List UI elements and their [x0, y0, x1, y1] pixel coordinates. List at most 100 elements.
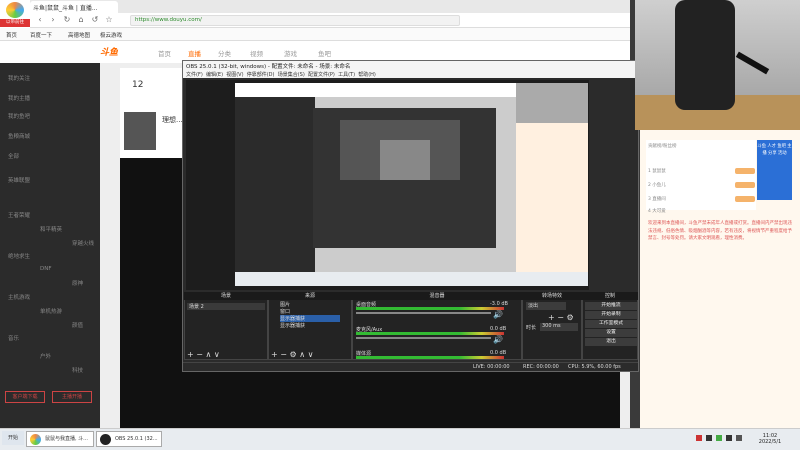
transition-select[interactable]: 淡出	[526, 302, 566, 310]
sidebar-item[interactable]: 原神	[72, 279, 83, 287]
bookmark-3[interactable]: 极云游戏	[100, 31, 122, 39]
tray-icon[interactable]	[706, 435, 712, 441]
menu-edit[interactable]: 编辑(E)	[206, 72, 223, 78]
rank-badge	[735, 182, 755, 188]
sidebar-item[interactable]: 我的鱼吧	[8, 112, 30, 120]
sidebar-item[interactable]: 单机热游	[40, 307, 62, 315]
sources-header: 来源	[268, 292, 352, 300]
sidebar-item[interactable]: 户外	[40, 352, 51, 360]
nav-category[interactable]: 分类	[218, 48, 231, 58]
mixer-1-speaker-icon[interactable]: 🔊	[493, 335, 503, 344]
mixer-1-meter	[356, 332, 504, 335]
sidebar-item[interactable]: 穿越火线	[72, 239, 94, 247]
source-item-0[interactable]: 图片	[280, 301, 290, 308]
mixer-0-meter	[356, 307, 504, 310]
volume-icon[interactable]	[736, 435, 742, 441]
live-status: LIVE: 00:00:00	[473, 364, 510, 370]
back-icon[interactable]: ‹	[35, 15, 45, 25]
browser-logo[interactable]: 以带前往	[0, 0, 30, 28]
tray-icon[interactable]	[716, 435, 722, 441]
menu-file[interactable]: 文件(F)	[186, 72, 203, 78]
preview-capture-sidebar	[235, 97, 315, 277]
room-title[interactable]: 理想...	[162, 115, 183, 125]
source-item-1[interactable]: 窗口	[280, 308, 290, 315]
mixer-0-slider[interactable]	[356, 312, 491, 314]
menu-view[interactable]: 视图(V)	[226, 72, 243, 78]
rank-line-1[interactable]: 2 小鱼儿	[648, 182, 666, 188]
sidebar-item[interactable]: 我的关注	[8, 74, 30, 82]
home-icon[interactable]: ⌂	[76, 15, 86, 25]
nav-video[interactable]: 视频	[250, 48, 263, 58]
star-icon[interactable]: ☆	[104, 15, 114, 25]
address-bar[interactable]: https://www.douyu.com/	[130, 15, 460, 26]
start-stream-button[interactable]: 主播开播	[52, 391, 92, 403]
side-banner[interactable]: 斗鱼 人才 鱼吧 主播 分享 活动	[757, 140, 792, 200]
undo-icon[interactable]: ↺	[90, 15, 100, 25]
source-controls[interactable]: + − ⚙ ∧ ∨	[271, 350, 313, 359]
site-logo[interactable]: 斗鱼	[100, 45, 118, 58]
exit-button[interactable]: 退出	[585, 338, 637, 346]
nav-home[interactable]: 首页	[158, 48, 171, 58]
rank-line-3[interactable]: 4 大可爱	[648, 208, 666, 214]
start-button[interactable]: 开始	[2, 431, 24, 445]
mixer-header: 混音器	[352, 292, 522, 300]
refresh-icon[interactable]: ↻	[62, 15, 72, 25]
preview-capture-chat	[516, 123, 588, 273]
tray-icon[interactable]	[726, 435, 732, 441]
sidebar-item[interactable]: 科技	[72, 366, 83, 374]
scene-controls[interactable]: + − ∧ ∨	[187, 350, 220, 359]
transition-controls[interactable]: + − ⚙	[548, 313, 574, 322]
preview-nested-obs-deep	[380, 140, 430, 180]
sidebar-item[interactable]: 英雄联盟	[8, 176, 30, 184]
menu-profile[interactable]: 配置文件(P)	[308, 72, 335, 78]
mixer-0-speaker-icon[interactable]: 🔊	[493, 310, 503, 319]
nav-yuba[interactable]: 鱼吧	[318, 48, 331, 58]
rank-line-2[interactable]: 3 直播间	[648, 196, 666, 202]
preview-capture-taskbar	[235, 272, 588, 286]
sidebar-item[interactable]: 全部	[8, 152, 19, 160]
mixer-1-slider[interactable]	[356, 337, 491, 339]
webcam-overlay	[635, 0, 800, 130]
browser-icon	[30, 434, 41, 445]
clock[interactable]: 11:02 2022/5/1	[750, 433, 790, 445]
studio-mode-button[interactable]: 工作室模式	[585, 320, 637, 328]
tray-icon[interactable]	[696, 435, 702, 441]
bookmark-1[interactable]: 百度一下	[30, 31, 52, 39]
sidebar-item[interactable]: 颜值	[72, 321, 83, 329]
menu-scene-collection[interactable]: 场景集合(S)	[278, 72, 305, 78]
chat-notice: 欢迎来到本直播间，斗鱼严禁未成年人直播或打赏。直播间内严禁出现违法违规、低俗色情…	[648, 221, 792, 241]
source-item-3[interactable]: 显示器捕获	[280, 322, 305, 329]
menu-docks[interactable]: 停靠部件(D)	[247, 72, 275, 78]
source-item-2[interactable]: 显示器捕获	[280, 315, 340, 322]
start-streaming-button[interactable]: 开始推流	[585, 302, 637, 310]
client-download-button[interactable]: 客户端下载	[5, 391, 45, 403]
menu-tools[interactable]: 工具(T)	[338, 72, 355, 78]
nav-live[interactable]: 直播	[188, 48, 201, 58]
nav-game[interactable]: 游戏	[284, 48, 297, 58]
task-obs[interactable]: OBS 25.0.1 (32...	[96, 431, 162, 447]
tab-bar	[30, 0, 630, 13]
sidebar-item[interactable]: 我的主播	[8, 94, 30, 102]
sidebar-item[interactable]: DNF	[40, 266, 52, 272]
obs-title: OBS 25.0.1 (32-bit, windows) - 配置文件: 未命名…	[183, 61, 638, 71]
sidebar-item[interactable]: 鱼粮商城	[8, 132, 30, 140]
room-thumbnail[interactable]	[124, 112, 156, 150]
menu-help[interactable]: 帮助(H)	[358, 72, 376, 78]
forward-icon[interactable]: ›	[48, 15, 58, 25]
browser-tab[interactable]: 斗鱼|鼠鼠_斗鱼 | 直播...	[30, 1, 118, 13]
rank-line-0[interactable]: 1 鼠鼠鼠	[648, 168, 666, 174]
task-browser[interactable]: 鼠鼠与我直播, 斗...	[26, 431, 94, 447]
bookmark-2[interactable]: 高德地图	[68, 31, 90, 39]
sidebar-item[interactable]: 和平精英	[40, 225, 62, 233]
sidebar-item[interactable]: 绝地求生	[8, 252, 30, 260]
start-recording-button[interactable]: 开始录制	[585, 311, 637, 319]
sidebar-item[interactable]: 王者荣耀	[8, 211, 30, 219]
settings-button[interactable]: 设置	[585, 329, 637, 337]
sidebar-item[interactable]: 主机游戏	[8, 293, 30, 301]
scene-item[interactable]: 场景 2	[187, 303, 265, 310]
sidebar-item[interactable]: 音乐	[8, 334, 19, 342]
mixer-2-meter	[356, 356, 504, 359]
obs-menu: 文件(F) 编辑(E) 视图(V) 停靠部件(D) 场景集合(S) 配置文件(P…	[183, 71, 638, 78]
duration-input[interactable]: 300 ms	[540, 323, 578, 331]
bookmark-0[interactable]: 首页	[6, 31, 17, 39]
